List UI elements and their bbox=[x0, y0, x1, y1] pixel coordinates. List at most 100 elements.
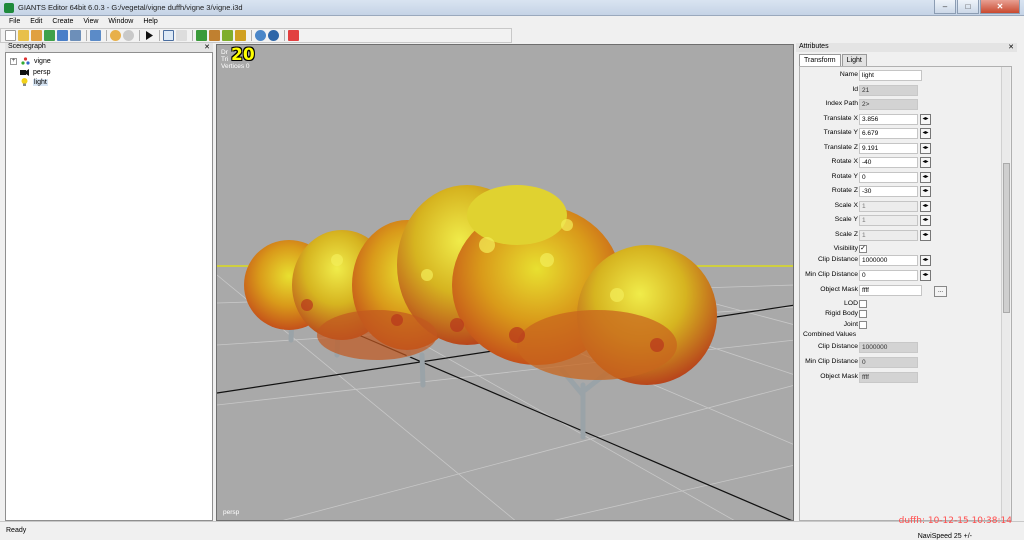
lod-label: LOD bbox=[844, 300, 858, 307]
lock-icon[interactable] bbox=[176, 30, 187, 41]
tree-node-label: persp bbox=[33, 68, 51, 76]
translate-z-slider[interactable]: ◂▸ bbox=[920, 143, 931, 154]
menu-create[interactable]: Create bbox=[47, 16, 78, 28]
scenegraph-tree: + vigne persp light bbox=[5, 52, 213, 521]
viewport-scene bbox=[217, 185, 793, 520]
save-as-icon[interactable] bbox=[57, 30, 68, 41]
lod-checkbox[interactable] bbox=[859, 300, 867, 308]
close-button[interactable]: ✕ bbox=[980, 0, 1020, 14]
rotate-x-slider[interactable]: ◂▸ bbox=[920, 157, 931, 168]
active-camera-label: persp bbox=[223, 509, 240, 516]
scrollbar-thumb[interactable] bbox=[1003, 163, 1010, 313]
app-icon bbox=[4, 3, 14, 13]
tree-node-vigne[interactable]: + vigne bbox=[10, 56, 51, 66]
name-field[interactable]: light bbox=[859, 70, 922, 81]
camera-icon[interactable] bbox=[163, 30, 174, 41]
tab-light[interactable]: Light bbox=[841, 54, 867, 66]
foliage-icon[interactable] bbox=[222, 30, 233, 41]
translate-z-label: Translate Z bbox=[823, 144, 858, 151]
status-bar: Ready NaviSpeed 25 +/- bbox=[0, 521, 1024, 540]
import-icon[interactable] bbox=[90, 30, 101, 41]
scale-x-slider[interactable]: ◂▸ bbox=[920, 201, 931, 212]
rigid-body-checkbox[interactable] bbox=[859, 310, 867, 318]
rotate-z-field[interactable]: -30 bbox=[859, 186, 918, 197]
name-label: Name bbox=[839, 71, 858, 78]
combined-object-mask-label: Object Mask bbox=[820, 373, 858, 380]
id-field: 21 bbox=[859, 85, 918, 96]
combined-values-heading: Combined Values bbox=[803, 331, 857, 338]
export-icon[interactable] bbox=[70, 30, 81, 41]
terrain-icon[interactable] bbox=[196, 30, 207, 41]
visibility-checkbox[interactable]: ✓ bbox=[859, 245, 867, 253]
transform-group-icon bbox=[21, 57, 30, 65]
rotate-z-label: Rotate Z bbox=[831, 187, 858, 194]
rotate-x-field[interactable]: -40 bbox=[859, 157, 918, 168]
paint-icon[interactable] bbox=[209, 30, 220, 41]
translate-x-label: Translate X bbox=[823, 115, 858, 122]
attributes-header: Attributes ✕ bbox=[796, 43, 1017, 52]
undo-icon[interactable] bbox=[110, 30, 121, 41]
rotate-z-slider[interactable]: ◂▸ bbox=[920, 186, 931, 197]
rigid-body-label: Rigid Body bbox=[825, 310, 858, 317]
rotate-y-field[interactable]: 0 bbox=[859, 172, 918, 183]
min-clip-distance-slider[interactable]: ◂▸ bbox=[920, 270, 931, 281]
menu-window[interactable]: Window bbox=[103, 16, 138, 28]
attributes-close-button[interactable]: ✕ bbox=[1008, 43, 1014, 51]
attributes-title: Attributes bbox=[799, 43, 829, 50]
play-icon[interactable] bbox=[143, 30, 154, 41]
maximize-button[interactable]: □ bbox=[957, 0, 979, 14]
settings-icon[interactable] bbox=[255, 30, 266, 41]
menu-edit[interactable]: Edit bbox=[25, 16, 47, 28]
translate-x-field[interactable]: 3.856 bbox=[859, 114, 918, 125]
scenegraph-header: Scenegraph ✕ bbox=[5, 43, 213, 52]
rotate-x-label: Rotate X bbox=[831, 158, 858, 165]
scale-z-slider[interactable]: ◂▸ bbox=[920, 230, 931, 241]
clip-distance-slider[interactable]: ◂▸ bbox=[920, 255, 931, 266]
combined-clip-distance-field: 1000000 bbox=[859, 342, 918, 353]
scale-y-label: Scale Y bbox=[834, 216, 858, 223]
expand-toggle[interactable]: + bbox=[10, 57, 17, 65]
scale-z-label: Scale Z bbox=[834, 231, 858, 238]
tree-node-label: light bbox=[33, 78, 48, 86]
scenegraph-title: Scenegraph bbox=[8, 43, 46, 50]
rotate-y-label: Rotate Y bbox=[831, 173, 858, 180]
translate-y-slider[interactable]: ◂▸ bbox=[920, 128, 931, 139]
attributes-scrollbar[interactable] bbox=[1001, 67, 1010, 520]
redo-icon[interactable] bbox=[123, 30, 134, 41]
scale-y-slider[interactable]: ◂▸ bbox=[920, 215, 931, 226]
giants-editor-window: GIANTS Editor 64bit 6.0.3 - G:/vegetal/v… bbox=[0, 0, 1024, 540]
menu-file[interactable]: File bbox=[4, 16, 25, 28]
minimize-button[interactable]: – bbox=[934, 0, 956, 14]
status-text: Ready bbox=[6, 527, 27, 534]
scenegraph-close-button[interactable]: ✕ bbox=[204, 43, 210, 51]
reload-icon[interactable] bbox=[44, 30, 55, 41]
clip-distance-field[interactable]: 1000000 bbox=[859, 255, 918, 266]
new-icon[interactable] bbox=[5, 30, 16, 41]
record-icon[interactable] bbox=[288, 30, 299, 41]
menu-view[interactable]: View bbox=[78, 16, 103, 28]
combined-clip-distance-label: Clip Distance bbox=[817, 343, 858, 350]
open-icon[interactable] bbox=[18, 30, 29, 41]
clip-distance-label: Clip Distance bbox=[817, 256, 858, 263]
rotate-y-slider[interactable]: ◂▸ bbox=[920, 172, 931, 183]
translate-z-field[interactable]: 9.191 bbox=[859, 143, 918, 154]
translate-y-field[interactable]: 6.679 bbox=[859, 128, 918, 139]
min-clip-distance-field[interactable]: 0 bbox=[859, 270, 918, 281]
tree-node-light[interactable]: light bbox=[20, 77, 48, 87]
menu-help[interactable]: Help bbox=[138, 16, 162, 28]
tree-node-persp[interactable]: persp bbox=[20, 67, 51, 77]
combined-object-mask-field: ffff bbox=[859, 372, 918, 383]
joint-checkbox[interactable] bbox=[859, 321, 867, 329]
object-mask-field[interactable]: ffff bbox=[859, 285, 922, 296]
save-icon[interactable] bbox=[31, 30, 42, 41]
title-bar: GIANTS Editor 64bit 6.0.3 - G:/vegetal/v… bbox=[0, 0, 1024, 16]
scene-icon[interactable] bbox=[268, 30, 279, 41]
object-mask-edit-button[interactable]: ... bbox=[934, 286, 947, 297]
3d-viewport[interactable]: Dr Tri Vertices 0 20 persp bbox=[216, 44, 794, 521]
translate-x-slider[interactable]: ◂▸ bbox=[920, 114, 931, 125]
scale-x-field: 1 bbox=[859, 201, 918, 212]
main-toolbar bbox=[0, 28, 512, 43]
tab-transform[interactable]: Transform bbox=[799, 54, 841, 66]
foliage-brush-icon[interactable] bbox=[235, 30, 246, 41]
navi-speed: NaviSpeed 25 +/- bbox=[917, 533, 972, 540]
